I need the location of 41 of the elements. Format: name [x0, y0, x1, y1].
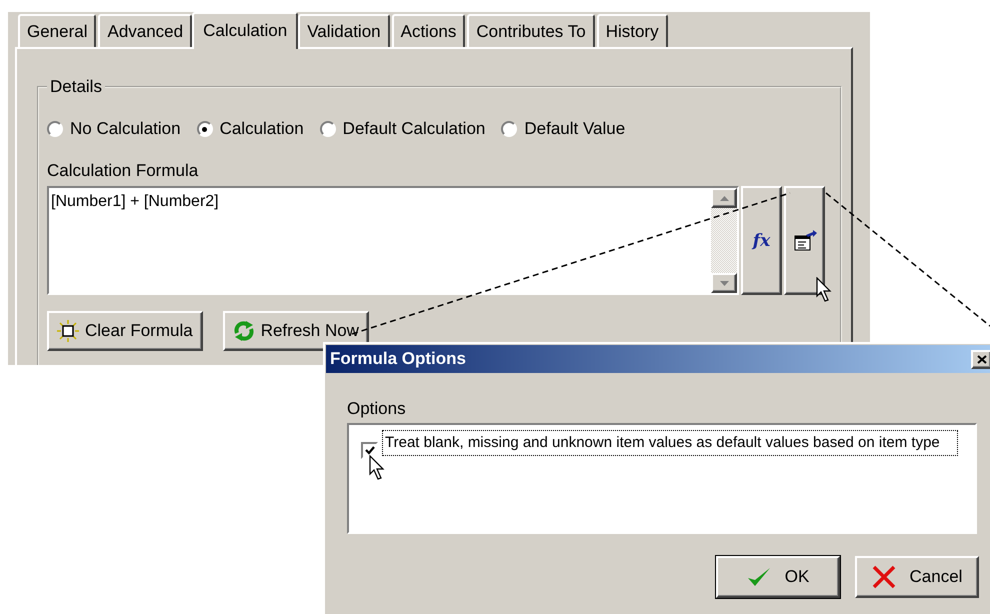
dialog-title: Formula Options — [330, 349, 466, 369]
radio-button[interactable] — [501, 121, 518, 137]
group-title: Details — [49, 77, 103, 97]
option-label[interactable]: Treat blank, missing and unknown item values as default values based on item type — [383, 431, 957, 455]
close-icon — [976, 354, 986, 364]
properties-icon — [792, 230, 816, 252]
formula-field[interactable]: [Number1] + [Number2] — [47, 186, 739, 295]
tab[interactable]: Calculation — [192, 12, 298, 49]
tab[interactable]: Validation — [298, 14, 390, 47]
scroll-down-icon[interactable] — [711, 273, 737, 293]
function-button[interactable]: fx — [741, 186, 782, 295]
formula-label: Calculation Formula — [47, 161, 200, 181]
scroll-up-icon[interactable] — [711, 188, 737, 208]
radio-option[interactable]: No Calculation — [47, 119, 181, 139]
tab[interactable]: Actions — [392, 14, 466, 47]
radio-option[interactable]: Default Value — [501, 119, 626, 139]
cancel-button[interactable]: Cancel — [855, 556, 979, 598]
sparkle-square-icon — [57, 320, 79, 342]
refresh-icon — [232, 320, 255, 342]
pointer-icon — [369, 455, 385, 481]
checkmark-icon — [746, 566, 771, 588]
tab[interactable]: History — [596, 14, 668, 47]
scrollbar[interactable] — [711, 188, 737, 293]
checkmark-icon — [364, 446, 374, 455]
radio-button[interactable] — [320, 121, 336, 137]
radio-button[interactable] — [47, 121, 63, 137]
radio-option[interactable]: Default Calculation — [320, 119, 486, 139]
pointer-icon — [816, 277, 832, 303]
radio-button[interactable] — [196, 121, 213, 137]
ok-button[interactable]: OK — [716, 556, 840, 598]
clear-button[interactable]: Clear Formula — [47, 311, 203, 351]
properties-button[interactable] — [784, 186, 825, 295]
tab[interactable]: Advanced — [98, 14, 192, 47]
tab[interactable]: General — [18, 14, 96, 47]
close-button[interactable] — [971, 350, 990, 368]
tab[interactable]: Contributes To — [467, 14, 595, 47]
refresh-button[interactable]: Refresh Now — [222, 311, 369, 351]
radio-option[interactable]: Calculation — [196, 119, 304, 139]
cross-icon — [872, 565, 896, 589]
options-label: Options — [347, 399, 407, 419]
checkbox[interactable] — [361, 442, 378, 459]
